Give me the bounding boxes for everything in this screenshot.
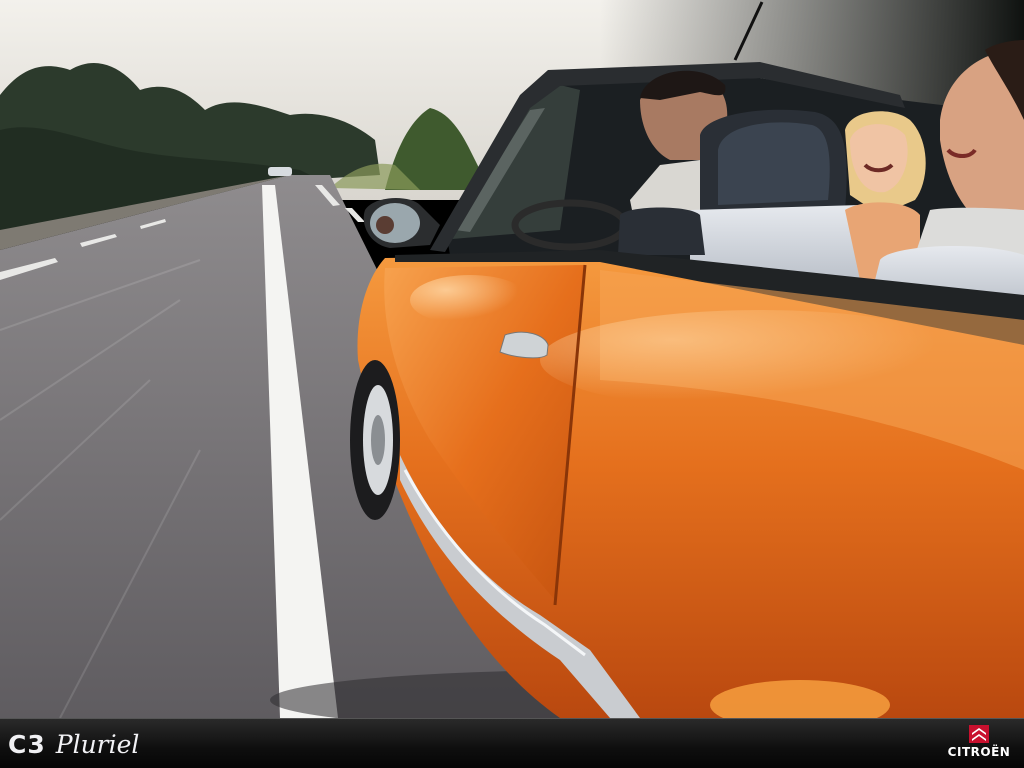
double-chevron-icon <box>969 725 989 743</box>
maker-name: CITROËN <box>947 745 1011 759</box>
wallpaper: C3 Pluriel CITROËN <box>0 0 1024 768</box>
side-mirror <box>363 198 440 248</box>
model-name: Pluriel <box>55 729 140 759</box>
distant-car <box>268 167 292 176</box>
maker-logo: CITROËN <box>944 725 1014 765</box>
model-code: C3 <box>8 729 46 759</box>
model-logo: C3 Pluriel <box>8 727 139 761</box>
passenger-headrest <box>618 207 705 255</box>
brand-bar: C3 Pluriel CITROËN <box>0 718 1024 768</box>
car-photo <box>0 0 1024 718</box>
